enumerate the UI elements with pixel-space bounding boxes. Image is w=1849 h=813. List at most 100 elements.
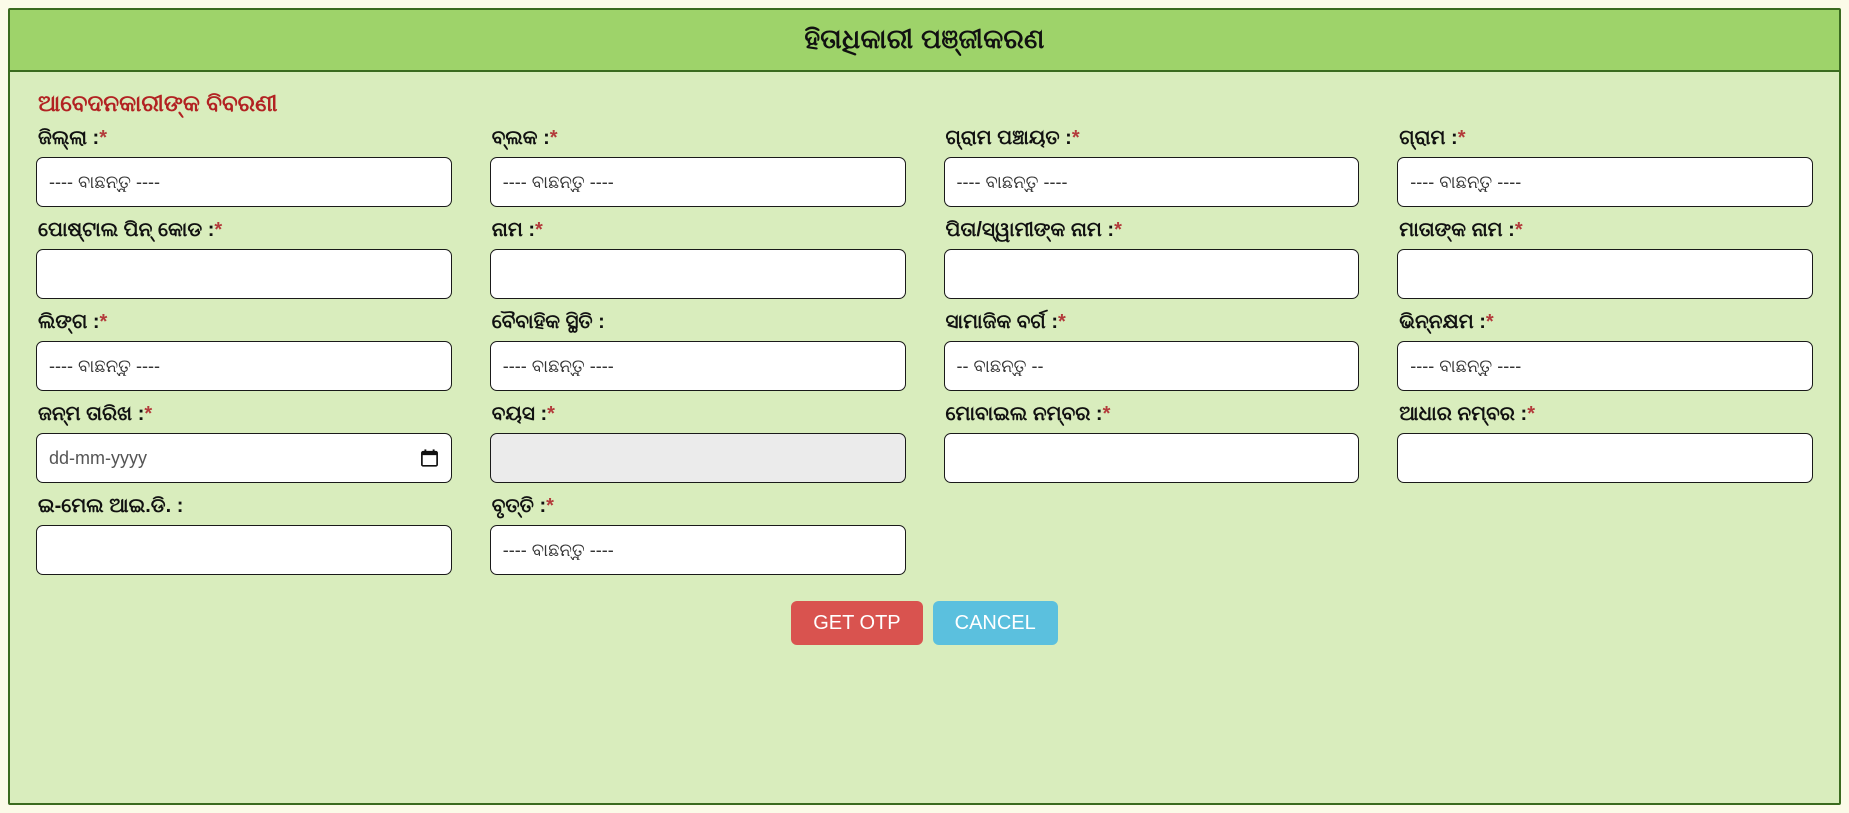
aadhaar-number-label-text: ଆଧାର ନମ୍ବର : <box>1399 403 1528 425</box>
gender-required-marker: * <box>99 311 108 333</box>
social-category-select[interactable]: -- ବାଛନ୍ତୁ -- <box>943 341 1360 391</box>
field-name: ନାମ :* <box>489 219 906 299</box>
differently-abled-label: ଭିନ୍ନକ୍ଷମ :* <box>1399 311 1813 334</box>
differently-abled-select[interactable]: ---- ବାଛନ୍ତୁ ---- <box>1397 341 1813 391</box>
gender-label-text: ଲିଙ୍ଗ : <box>38 311 100 333</box>
field-postal-pin-code: ପୋଷ୍ଟାଲ ପିନ୍ କୋଡ :* <box>36 219 452 299</box>
village-label-text: ଗ୍ରାମ : <box>1399 127 1458 149</box>
email-id-label: ଇ-ମେଲ ଆଇ.ଡି. : <box>38 495 452 518</box>
field-mother-name: ମାତାଙ୍କ ନାମ :* <box>1397 219 1813 299</box>
gram-panchayat-label: ଗ୍ରାମ ପଞ୍ଚାୟତ :* <box>946 127 1360 150</box>
date-of-birth-input[interactable] <box>36 433 452 483</box>
age-input <box>489 433 906 483</box>
field-occupation: ବୃତ୍ତି :* ---- ବାଛନ୍ତୁ ---- <box>489 495 906 575</box>
gender-label: ଲିଙ୍ଗ :* <box>38 311 452 334</box>
district-label: ଜିଲ୍ଲା :* <box>38 127 452 150</box>
name-required-marker: * <box>535 219 543 241</box>
field-social-category: ସାମାଜିକ ବର୍ଗ :* -- ବାଛନ୍ତୁ -- <box>943 311 1360 391</box>
mother-name-label-text: ମାତାଙ୍କ ନାମ : <box>1399 219 1515 241</box>
page-title: ହିତାଧିକାରୀ ପଞ୍ଜୀକରଣ <box>804 24 1045 54</box>
gram-panchayat-required-marker: * <box>1071 127 1080 149</box>
block-label-text: ବ୍ଲକ : <box>491 127 550 149</box>
marital-status-label: ବୈବାହିକ ସ୍ଥିତି : <box>492 311 906 334</box>
field-marital-status: ବୈବାହିକ ସ୍ଥିତି : ---- ବାଛନ୍ତୁ ---- <box>489 311 906 391</box>
occupation-label-text: ବୃତ୍ତି : <box>491 495 547 517</box>
name-label: ନାମ :* <box>492 219 906 242</box>
postal-pin-code-label: ପୋଷ୍ଟାଲ ପିନ୍ କୋଡ :* <box>38 219 452 242</box>
gender-select[interactable]: ---- ବାଛନ୍ତୁ ---- <box>36 341 452 391</box>
grid-spacer <box>1397 495 1813 575</box>
field-age: ବୟସ :* <box>489 403 906 483</box>
field-gram-panchayat: ଗ୍ରାମ ପଞ୍ଚାୟତ :* ---- ବାଛନ୍ତୁ ---- <box>943 127 1360 207</box>
mother-name-input[interactable] <box>1397 249 1813 299</box>
email-id-input[interactable] <box>36 525 452 575</box>
mother-name-label: ମାତାଙ୍କ ନାମ :* <box>1399 219 1813 242</box>
date-of-birth-label-text: ଜନ୍ମ ତାରିଖ : <box>38 403 145 425</box>
marital-status-label-text: ବୈବାହିକ ସ୍ଥିତି : <box>491 311 605 333</box>
block-label: ବ୍ଲକ :* <box>492 127 906 150</box>
differently-abled-required-marker: * <box>1485 311 1494 333</box>
form-grid: ଜିଲ୍ଲା :* ---- ବାଛନ୍ତୁ ---- ବ୍ଲକ :* ---- ବା… <box>36 127 1813 587</box>
name-label-text: ନାମ : <box>491 219 536 241</box>
father-husband-name-label: ପିତା/ସ୍ୱାମୀଙ୍କ ନାମ :* <box>946 219 1360 242</box>
social-category-required-marker: * <box>1058 311 1066 333</box>
age-label-text: ବୟସ : <box>491 403 548 425</box>
mobile-number-required-marker: * <box>1102 403 1111 425</box>
age-required-marker: * <box>547 403 555 425</box>
field-email-id: ଇ-ମେଲ ଆଇ.ଡି. : <box>36 495 452 575</box>
field-mobile-number: ମୋବାଇଲ ନମ୍ବର :* <box>943 403 1360 483</box>
date-of-birth-label: ଜନ୍ମ ତାରିଖ :* <box>38 403 452 426</box>
mother-name-required-marker: * <box>1514 219 1523 241</box>
postal-pin-code-input[interactable] <box>36 249 452 299</box>
postal-pin-code-required-marker: * <box>214 219 223 241</box>
occupation-label: ବୃତ୍ତି :* <box>492 495 906 518</box>
age-label: ବୟସ :* <box>492 403 906 426</box>
father-husband-name-required-marker: * <box>1114 219 1122 241</box>
aadhaar-number-label: ଆଧାର ନମ୍ବର :* <box>1399 403 1813 426</box>
occupation-select[interactable]: ---- ବାଛନ୍ତୁ ---- <box>489 525 906 575</box>
field-gender: ଲିଙ୍ଗ :* ---- ବାଛନ୍ତୁ ---- <box>36 311 452 391</box>
district-label-text: ଜିଲ୍ଲା : <box>38 127 100 149</box>
village-select[interactable]: ---- ବାଛନ୍ତୁ ---- <box>1397 157 1813 207</box>
section-title: ଆବେଦନକାରୀଙ୍କ ବିବରଣୀ <box>38 90 278 116</box>
marital-status-select[interactable]: ---- ବାଛନ୍ତୁ ---- <box>489 341 906 391</box>
get-otp-button[interactable]: GET OTP <box>791 601 923 645</box>
field-father-husband-name: ପିତା/ସ୍ୱାମୀଙ୍କ ନାମ :* <box>943 219 1360 299</box>
mobile-number-label-text: ମୋବାଇଲ ନମ୍ବର : <box>945 403 1103 425</box>
page-root: ହିତାଧିକାରୀ ପଞ୍ଜୀକରଣ ଆବେଦନକାରୀଙ୍କ ବିବରଣୀ … <box>0 0 1849 813</box>
aadhaar-number-required-marker: * <box>1527 403 1535 425</box>
mobile-number-input[interactable] <box>943 433 1360 483</box>
field-date-of-birth: ଜନ୍ମ ତାରିଖ :* <box>36 403 452 483</box>
father-husband-name-input[interactable] <box>943 249 1360 299</box>
aadhaar-number-input[interactable] <box>1397 433 1813 483</box>
postal-pin-code-label-text: ପୋଷ୍ଟାଲ ପିନ୍ କୋଡ : <box>38 219 215 241</box>
email-id-label-text: ଇ-ମେଲ ଆଇ.ଡି. : <box>38 495 184 517</box>
mobile-number-label: ମୋବାଇଲ ନମ୍ବର :* <box>946 403 1360 426</box>
grid-spacer <box>944 495 1360 575</box>
field-block: ବ୍ଲକ :* ---- ବାଛନ୍ତୁ ---- <box>489 127 906 207</box>
field-village: ଗ୍ରାମ :* ---- ବାଛନ୍ତୁ ---- <box>1397 127 1813 207</box>
differently-abled-label-text: ଭିନ୍ନକ୍ଷମ : <box>1399 311 1486 333</box>
form-actions: GET OTP CANCEL <box>36 601 1813 645</box>
district-required-marker: * <box>99 127 107 149</box>
gram-panchayat-select[interactable]: ---- ବାଛନ୍ତୁ ---- <box>943 157 1360 207</box>
block-required-marker: * <box>549 127 558 149</box>
village-required-marker: * <box>1457 127 1466 149</box>
card-body: ଆବେଦନକାରୀଙ୍କ ବିବରଣୀ ଜିଲ୍ଲା :* ---- ବାଛନ୍ତ… <box>10 72 1839 645</box>
district-select[interactable]: ---- ବାଛନ୍ତୁ ---- <box>36 157 452 207</box>
date-of-birth-required-marker: * <box>144 403 153 425</box>
social-category-label: ସାମାଜିକ ବର୍ଗ :* <box>946 311 1360 334</box>
occupation-required-marker: * <box>546 495 554 517</box>
field-differently-abled: ଭିନ୍ନକ୍ଷମ :* ---- ବାଛନ୍ତୁ ---- <box>1397 311 1813 391</box>
cancel-button[interactable]: CANCEL <box>932 601 1058 645</box>
name-input[interactable] <box>489 249 906 299</box>
father-husband-name-label-text: ପିତା/ସ୍ୱାମୀଙ୍କ ନାମ : <box>945 219 1115 241</box>
card-header: ହିତାଧିକାରୀ ପଞ୍ଜୀକରଣ <box>10 10 1839 72</box>
gram-panchayat-label-text: ଗ୍ରାମ ପଞ୍ଚାୟତ : <box>945 127 1072 149</box>
block-select[interactable]: ---- ବାଛନ୍ତୁ ---- <box>489 157 906 207</box>
field-aadhaar-number: ଆଧାର ନମ୍ବର :* <box>1397 403 1813 483</box>
date-of-birth-wrapper <box>36 433 452 483</box>
field-district: ଜିଲ୍ଲା :* ---- ବାଛନ୍ତୁ ---- <box>36 127 452 207</box>
registration-card: ହିତାଧିକାରୀ ପଞ୍ଜୀକରଣ ଆବେଦନକାରୀଙ୍କ ବିବରଣୀ … <box>8 8 1841 805</box>
village-label: ଗ୍ରାମ :* <box>1399 127 1813 150</box>
